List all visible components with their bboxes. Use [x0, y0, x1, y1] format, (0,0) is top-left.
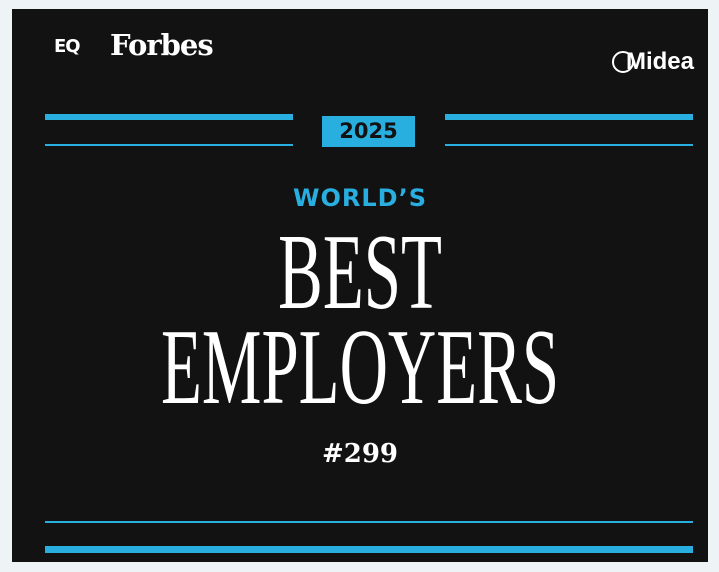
year-badge: 2025	[322, 116, 415, 147]
top-right-thin-line	[445, 144, 693, 146]
top-right-thick-line	[445, 114, 693, 120]
rank-label: #299	[321, 439, 399, 469]
eq-logo: EQ	[54, 36, 81, 57]
bottom-thin-line	[45, 521, 693, 523]
forbes-logo: Forbes	[110, 28, 214, 62]
worlds-heading: WORLD’S	[293, 184, 427, 212]
forbes-award-badge: EQ Forbes Midea 2025 WORLD’S BEST EMPLOY…	[12, 9, 708, 562]
title-employers-text: EMPLOYERS	[160, 308, 560, 427]
top-left-thin-line	[45, 144, 293, 146]
title-employers: EMPLOYERS	[12, 314, 708, 422]
bottom-thick-line	[45, 546, 693, 553]
midea-logo: Midea	[611, 48, 694, 76]
top-left-thick-line	[45, 114, 293, 120]
midea-wordmark: Midea	[625, 48, 694, 75]
